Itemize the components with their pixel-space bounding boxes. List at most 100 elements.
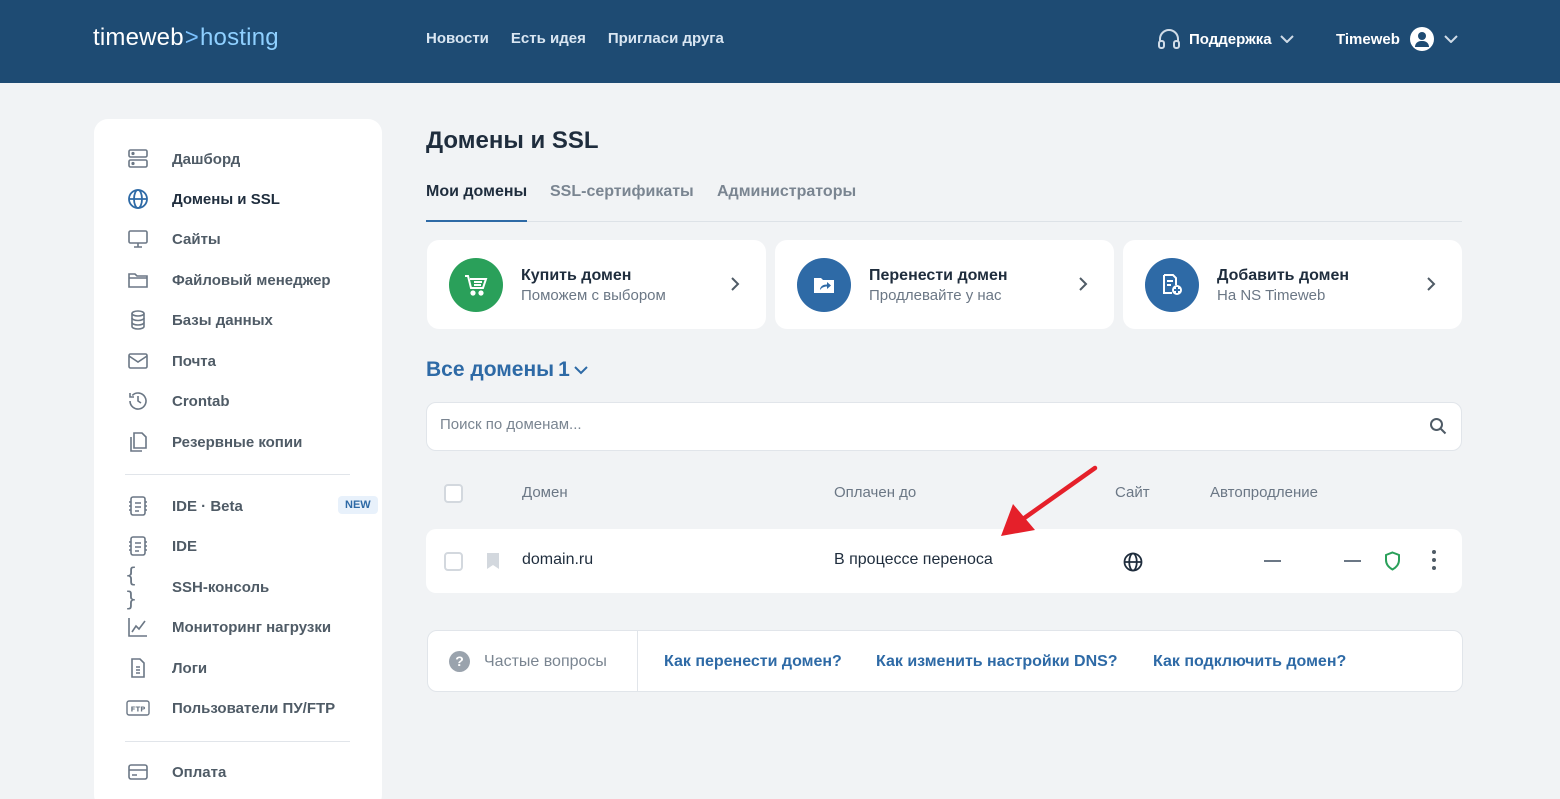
sidebar-item-label: Базы данных (172, 311, 273, 329)
sidebar-item-sites[interactable]: Сайты (125, 227, 221, 251)
faq-divider (637, 631, 638, 691)
sidebar-item-label: Сайты (172, 230, 221, 248)
folder-icon (125, 268, 151, 292)
faq-bar: ? Частые вопросы Как перенести домен? Ка… (427, 630, 1463, 692)
table-row[interactable]: domain.ru В процессе переноса (426, 529, 1462, 593)
svg-text:FTP: FTP (131, 706, 146, 714)
copy-icon (125, 430, 151, 454)
sidebar-item-dashboard[interactable]: Дашборд (125, 147, 240, 171)
sidebar-item-ide[interactable]: IDE (125, 534, 197, 558)
sidebar-item-label: Резервные копии (172, 433, 303, 451)
row-checkbox[interactable] (444, 552, 463, 571)
cart-icon (449, 258, 503, 312)
account-menu[interactable]: Timeweb (1336, 27, 1458, 51)
tab-ssl-certificates[interactable]: SSL-сертификаты (550, 183, 694, 222)
sidebar-divider (125, 741, 350, 742)
logo-text-sub: hosting (200, 24, 279, 51)
add-domain-card[interactable]: Добавить домен На NS Timeweb (1123, 240, 1462, 329)
folder-transfer-icon (797, 258, 851, 312)
card-subtitle: Поможем с выбором (521, 287, 666, 304)
domain-search-input[interactable] (440, 416, 1400, 433)
sidebar-item-file-manager[interactable]: Файловый менеджер (125, 268, 331, 292)
sidebar-item-label: Пользователи ПУ/FTP (172, 699, 336, 717)
timeweb-hosting-logo[interactable]: timeweb>hosting (93, 24, 279, 52)
tabs-bar: Мои домены SSL-сертификаты Администратор… (426, 183, 1462, 222)
code-file-icon (125, 494, 151, 518)
column-header-domain[interactable]: Домен (522, 484, 568, 501)
sidebar-item-ssh-console[interactable]: { } SSH-консоль (125, 563, 270, 611)
history-icon (125, 389, 151, 413)
tab-administrators[interactable]: Администраторы (717, 183, 856, 222)
column-header-paid-until[interactable]: Оплачен до (834, 484, 916, 501)
sidebar-item-label: Crontab (172, 392, 230, 410)
filter-count: 1 (558, 358, 570, 381)
logo-separator: > (184, 24, 199, 51)
sidebar-item-label: Оплата (172, 763, 227, 781)
chart-icon (125, 615, 151, 639)
buy-domain-card[interactable]: Купить домен Поможем с выбором (427, 240, 766, 329)
top-header: timeweb>hosting Новости Есть идея Пригла… (0, 0, 1560, 83)
sidebar-item-crontab[interactable]: Crontab (125, 389, 230, 413)
sidebar-divider (125, 474, 350, 475)
more-vertical-icon[interactable] (1432, 549, 1436, 571)
domain-search-box (426, 402, 1462, 451)
sidebar-item-label: Мониторинг нагрузки (172, 618, 332, 636)
tab-my-domains[interactable]: Мои домены (426, 183, 528, 222)
support-label: Поддержка (1189, 30, 1272, 48)
status-dash (1344, 560, 1361, 562)
chevron-down-icon (1444, 35, 1458, 43)
autorenew-dash (1264, 560, 1281, 562)
select-all-checkbox[interactable] (444, 484, 463, 503)
support-menu[interactable]: Поддержка (1157, 28, 1294, 50)
filter-label: Все домены (426, 358, 555, 381)
card-icon (125, 760, 151, 784)
sidebar-item-label: Логи (172, 659, 208, 677)
sidebar-item-payment[interactable]: Оплата (125, 760, 226, 784)
shield-icon[interactable] (1384, 551, 1401, 571)
globe-icon[interactable] (1123, 552, 1143, 572)
logo-text-main: timeweb (93, 24, 184, 51)
column-header-autorenew: Автопродление (1210, 484, 1319, 501)
chevron-right-icon (731, 277, 740, 291)
faq-link-connect[interactable]: Как подключить домен? (1153, 653, 1346, 671)
card-title: Купить домен (521, 267, 632, 284)
card-subtitle: На NS Timeweb (1217, 287, 1326, 304)
nav-link-news[interactable]: Новости (426, 30, 489, 47)
sidebar-item-databases[interactable]: Базы данных (125, 308, 273, 332)
sidebar-item-label: Почта (172, 352, 216, 370)
headset-icon (1158, 29, 1180, 49)
sidebar: Дашборд Домены и SSL Сайты Файловый мене… (94, 119, 382, 799)
mail-icon (125, 349, 151, 373)
code-file-icon (125, 534, 151, 558)
database-icon (125, 308, 151, 332)
sidebar-item-logs[interactable]: Логи (125, 656, 207, 680)
card-title: Перенести домен (869, 267, 1008, 284)
transfer-domain-card[interactable]: Перенести домен Продлевайте у нас (775, 240, 1114, 329)
faq-link-transfer[interactable]: Как перенести домен? (664, 653, 842, 671)
sidebar-item-label: SSH-консоль (172, 578, 270, 596)
top-nav: Новости Есть идея Пригласи друга (426, 30, 724, 47)
all-domains-filter[interactable]: Все домены 1 (426, 358, 588, 382)
nav-link-invite[interactable]: Пригласи друга (608, 30, 724, 47)
sidebar-item-backups[interactable]: Резервные копии (125, 430, 302, 454)
paid-until-status: В процессе переноса (834, 551, 993, 568)
braces-icon: { } (125, 563, 138, 611)
domain-name[interactable]: domain.ru (522, 551, 593, 569)
card-title: Добавить домен (1217, 267, 1350, 284)
sidebar-item-ide-beta[interactable]: IDE · Beta NEW (125, 494, 378, 518)
globe-icon (125, 187, 151, 211)
sidebar-item-monitoring[interactable]: Мониторинг нагрузки (125, 615, 331, 639)
sidebar-item-ftp-users[interactable]: FTP Пользователи ПУ/FTP (125, 696, 335, 720)
account-label: Timeweb (1336, 30, 1400, 48)
chevron-down-icon (574, 365, 588, 374)
sidebar-item-domains[interactable]: Домены и SSL (125, 187, 280, 211)
sidebar-item-label: Дашборд (172, 150, 241, 168)
search-icon[interactable] (1429, 417, 1447, 435)
new-badge: NEW (338, 496, 378, 514)
chevron-down-icon (1279, 35, 1294, 43)
annotation-arrow-icon (1001, 465, 1098, 536)
sidebar-item-mail[interactable]: Почта (125, 349, 216, 373)
nav-link-idea[interactable]: Есть идея (511, 30, 586, 47)
bookmark-icon[interactable] (486, 552, 500, 570)
faq-link-dns[interactable]: Как изменить настройки DNS? (876, 653, 1118, 671)
